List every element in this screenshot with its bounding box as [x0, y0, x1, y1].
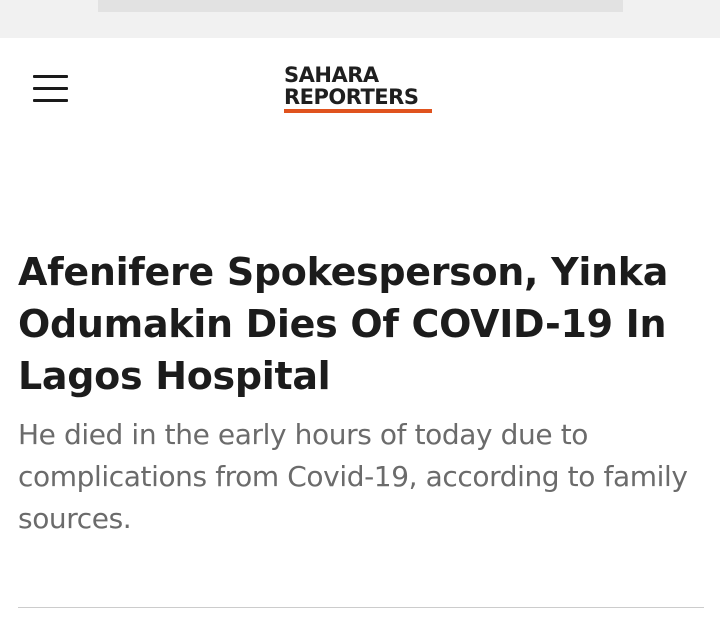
logo-underline — [284, 109, 432, 113]
article-summary: He died in the early hours of today due … — [18, 418, 688, 535]
site-logo[interactable]: SAHARA REPORTERS — [284, 64, 434, 116]
site-header: SAHARA REPORTERS — [0, 38, 720, 148]
divider — [18, 607, 704, 608]
top-banner-strip — [0, 0, 720, 38]
article: Afenifere Spokesperson, Yinka Odumakin D… — [18, 246, 708, 540]
logo-line-2: REPORTERS — [284, 85, 419, 109]
article-headline: Afenifere Spokesperson, Yinka Odumakin D… — [18, 250, 669, 398]
menu-button[interactable] — [30, 72, 70, 106]
logo-line-1: SAHARA — [284, 63, 379, 87]
ad-placeholder — [98, 0, 623, 12]
